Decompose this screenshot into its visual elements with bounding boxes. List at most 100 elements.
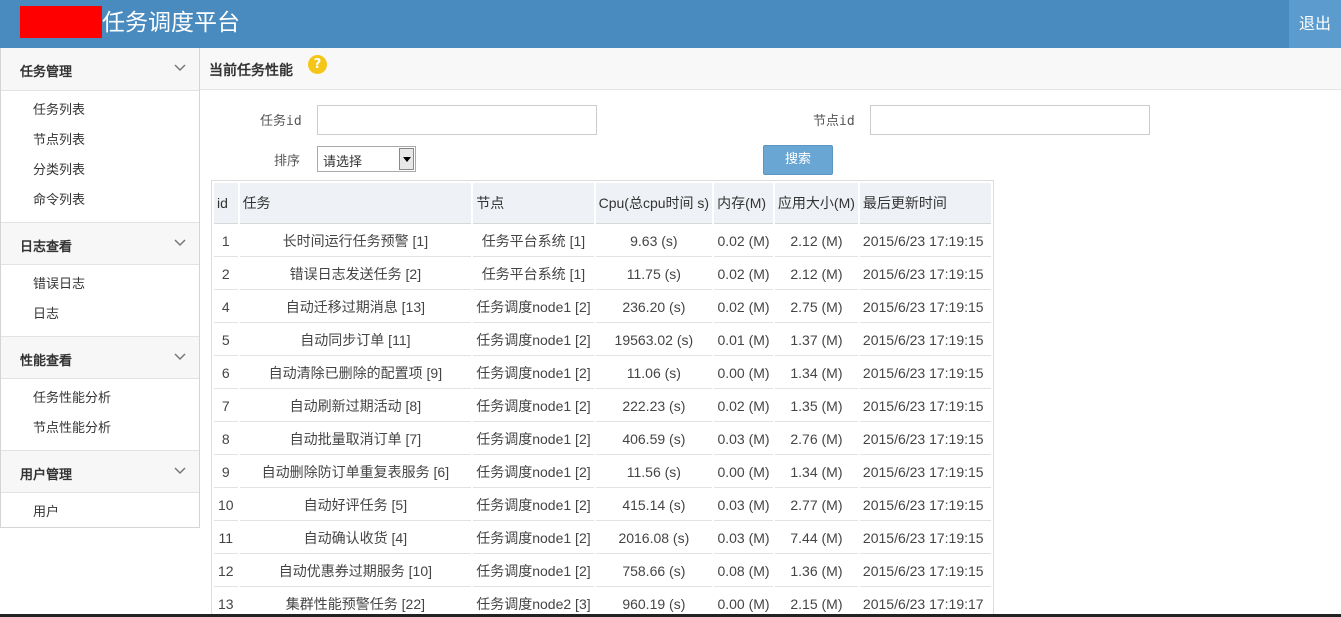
cell-id: 12: [214, 556, 238, 587]
node-id-input[interactable]: [870, 105, 1150, 135]
select-arrow-icon[interactable]: [399, 148, 414, 170]
cell-last-updated: 2015/6/23 17:19:15: [859, 523, 991, 554]
cell-last-updated: 2015/6/23 17:19:15: [859, 457, 991, 488]
table-row: 7 自动刷新过期活动 [8] 任务调度node1 [2] 222.23 (s) 0.02…: [214, 391, 991, 422]
cell-last-updated: 2015/6/23 17:19:15: [859, 556, 991, 587]
task-id-input[interactable]: [317, 105, 597, 135]
sidebar-item[interactable]: 命令列表: [1, 186, 199, 216]
cell-node: 任务调度node1 [2]: [473, 556, 594, 587]
cell-task: 长时间运行任务预警 [1]: [239, 226, 472, 257]
sort-select[interactable]: 请选择: [317, 146, 416, 172]
cell-id: 10: [214, 490, 238, 521]
nav-group-label: 日志查看: [20, 240, 73, 255]
chevron-down-icon[interactable]: [173, 236, 187, 250]
cell-id: 11: [214, 523, 238, 554]
cell-last-updated: 2015/6/23 17:19:15: [859, 391, 991, 422]
cell-node: 任务调度node2 [3]: [473, 589, 593, 617]
cell-task: 自动迁移过期消息 [13]: [239, 292, 472, 323]
cell-app-size: 2.12 (M): [774, 226, 858, 257]
cell-memory: 0.00 (M): [714, 589, 773, 617]
column-header-app-size: 应用大小(M): [774, 183, 858, 224]
cell-id: 8: [214, 424, 238, 455]
logout-button[interactable]: 退出: [1289, 0, 1341, 48]
page-title-bar: 当前任务性能 ?: [200, 48, 1341, 90]
sidebar-item[interactable]: 节点列表: [1, 126, 199, 156]
cell-task: 自动同步订单 [11]: [239, 325, 472, 356]
nav-group-header[interactable]: 任务管理: [1, 48, 199, 91]
cell-last-updated: 2015/6/23 17:19:15: [859, 358, 991, 389]
chevron-down-icon[interactable]: [173, 464, 187, 478]
cell-cpu: 758.66 (s): [595, 556, 713, 587]
cell-memory: 0.02 (M): [714, 259, 773, 290]
cell-cpu: 19563.02 (s): [595, 325, 713, 356]
nav-group-header[interactable]: 性能查看: [1, 336, 199, 379]
cell-app-size: 1.36 (M): [774, 556, 858, 587]
search-button[interactable]: 搜索: [763, 145, 833, 175]
cell-memory: 0.03 (M): [714, 490, 773, 521]
nav-items: 任务列表 节点列表 分类列表 命令列表: [1, 91, 199, 222]
cell-memory: 0.03 (M): [714, 424, 773, 455]
cell-id: 4: [214, 292, 238, 323]
cell-cpu: 406.59 (s): [595, 424, 713, 455]
sort-label: 排序: [274, 154, 301, 169]
cell-app-size: 2.77 (M): [774, 490, 858, 521]
table-row: 4 自动迁移过期消息 [13] 任务调度node1 [2] 236.20 (s) 0.0…: [214, 292, 991, 323]
cell-memory: 0.02 (M): [714, 292, 773, 323]
cell-last-updated: 2015/6/23 17:19:15: [859, 424, 991, 455]
sidebar-item[interactable]: 任务性能分析: [1, 384, 199, 414]
chevron-down-icon[interactable]: [173, 61, 187, 75]
node-id-label: 节点id: [813, 114, 855, 129]
cell-app-size: 1.34 (M): [774, 358, 858, 389]
cell-last-updated: 2015/6/23 17:19:17: [860, 589, 991, 617]
cell-task: 自动批量取消订单 [7]: [239, 424, 472, 455]
sidebar-item[interactable]: 日志: [1, 300, 199, 330]
cell-id: 2: [214, 259, 238, 290]
chevron-down-icon[interactable]: [173, 350, 187, 364]
nav-items: 任务性能分析 节点性能分析: [1, 379, 199, 450]
table-row: 1 长时间运行任务预警 [1] 任务平台系统 [1] 9.63 (s) 0.02 (M)…: [214, 226, 991, 257]
cell-task: 自动优惠券过期服务 [10]: [239, 556, 472, 587]
cell-cpu: 236.20 (s): [595, 292, 713, 323]
logo-redacted-block: [20, 6, 102, 38]
column-header-node: 节点: [473, 183, 594, 224]
cell-node: 任务调度node1 [2]: [473, 424, 594, 455]
cell-node: 任务调度node1 [2]: [473, 358, 594, 389]
nav-group-label: 性能查看: [20, 354, 73, 369]
cell-last-updated: 2015/6/23 17:19:15: [859, 325, 991, 356]
table-row: 9 自动删除防订单重复表服务 [6] 任务调度node1 [2] 11.56 (s) 0…: [214, 457, 991, 488]
sidebar-item[interactable]: 用户: [1, 498, 199, 528]
cell-app-size: 7.44 (M): [774, 523, 858, 554]
sidebar-item[interactable]: 节点性能分析: [1, 414, 199, 444]
app-title: 任务调度平台: [102, 10, 240, 36]
performance-table-container: id 任务 节点 Cpu(总cpu时间 s) 内存(M) 应用大小(M) 最后更…: [211, 180, 994, 617]
cell-id: 5: [214, 325, 238, 356]
table-row: 8 自动批量取消订单 [7] 任务调度node1 [2] 406.59 (s) 0.03…: [214, 424, 991, 455]
cell-memory: 0.08 (M): [714, 556, 773, 587]
sidebar-item[interactable]: 错误日志: [1, 270, 199, 300]
help-icon[interactable]: ?: [308, 55, 327, 74]
cell-node: 任务调度node1 [2]: [473, 292, 594, 323]
cell-node: 任务调度node1 [2]: [473, 325, 594, 356]
column-header-cpu: Cpu(总cpu时间 s): [595, 183, 713, 224]
cell-cpu: 9.63 (s): [595, 226, 713, 257]
nav-group: 日志查看错误日志 日志: [1, 222, 199, 336]
cell-app-size: 2.12 (M): [774, 259, 858, 290]
cell-cpu: 222.23 (s): [595, 391, 713, 422]
sidebar-item[interactable]: 分类列表: [1, 156, 199, 186]
cell-id: 9: [214, 457, 238, 488]
sidebar-item[interactable]: 任务列表: [1, 96, 199, 126]
nav-group-header[interactable]: 日志查看: [1, 222, 199, 265]
nav-group-header[interactable]: 用户管理: [1, 450, 199, 493]
table-row: 6 自动清除已删除的配置项 [9] 任务调度node1 [2] 11.06 (s) 0.…: [214, 358, 991, 389]
cell-last-updated: 2015/6/23 17:19:15: [859, 292, 991, 323]
cell-task: 自动清除已删除的配置项 [9]: [239, 358, 472, 389]
cell-cpu: 960.19 (s): [596, 589, 712, 617]
cell-app-size: 2.15 (M): [775, 589, 858, 617]
task-id-label: 任务id: [260, 114, 302, 129]
cell-id: 1: [214, 226, 238, 257]
nav-group: 性能查看任务性能分析 节点性能分析: [1, 336, 199, 450]
cell-task: 错误日志发送任务 [2]: [239, 259, 472, 290]
nav-group: 用户管理用户: [1, 450, 199, 534]
nav-group-label: 用户管理: [20, 468, 73, 483]
table-row: 2 错误日志发送任务 [2] 任务平台系统 [1] 11.75 (s) 0.02 (M)…: [214, 259, 991, 290]
